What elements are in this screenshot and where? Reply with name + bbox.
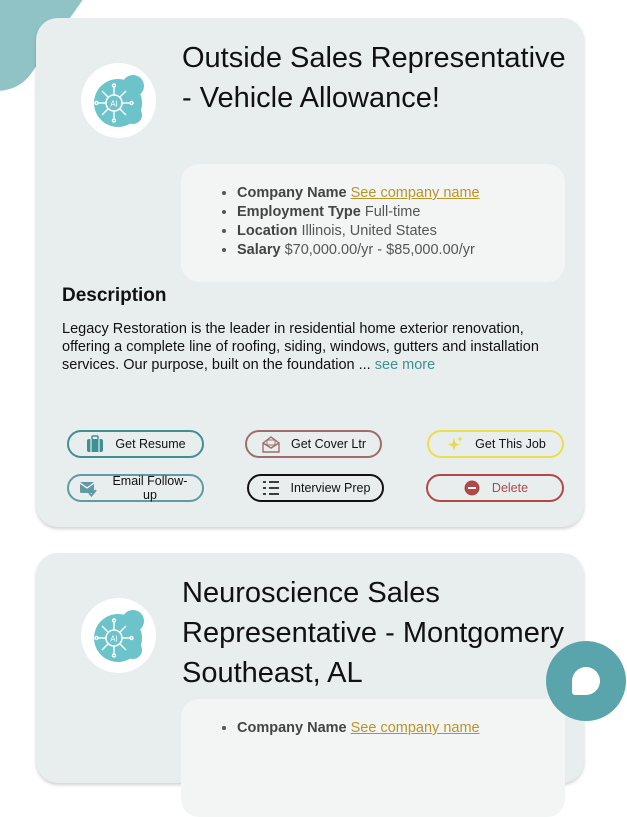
see-more-link[interactable]: see more: [375, 357, 435, 373]
description-heading: Description: [62, 285, 167, 306]
checklist-icon: [261, 478, 281, 498]
detail-company: Company Name See company name: [237, 184, 565, 203]
company-logo: AI: [81, 598, 156, 673]
job-title[interactable]: Neuroscience Sales Representative - Mont…: [182, 573, 572, 693]
chat-launcher-button[interactable]: [546, 641, 626, 721]
svg-text:AI: AI: [110, 100, 118, 109]
email-check-icon: [79, 478, 98, 498]
company-name-link[interactable]: See company name: [351, 720, 480, 736]
minus-circle-icon: [462, 478, 482, 498]
get-cover-letter-button[interactable]: Get Cover Ltr: [245, 430, 382, 458]
job-details-box: Company Name See company name Employment…: [181, 164, 565, 282]
detail-employment-type: Employment Type Full-time: [237, 203, 565, 222]
ai-logo-icon: AI: [94, 610, 144, 662]
company-name-link[interactable]: See company name: [351, 185, 480, 201]
chat-bubble-icon: [572, 667, 600, 695]
description-text: Legacy Restoration is the leader in resi…: [62, 321, 539, 373]
delete-button[interactable]: Delete: [426, 474, 564, 502]
detail-location: Location Illinois, United States: [237, 222, 565, 241]
briefcase-icon: [85, 434, 105, 454]
company-logo: AI: [81, 63, 156, 138]
svg-text:AI: AI: [110, 635, 118, 644]
get-this-job-button[interactable]: Get This Job: [427, 430, 564, 458]
ai-logo-icon: AI: [94, 75, 144, 127]
sparkle-icon: [445, 434, 465, 454]
job-card: AI Neuroscience Sales Representative - M…: [36, 553, 584, 817]
job-title[interactable]: Outside Sales Representative - Vehicle A…: [182, 38, 572, 118]
detail-company: Company Name See company name: [237, 719, 565, 738]
envelope-open-icon: [261, 434, 281, 454]
interview-prep-button[interactable]: Interview Prep: [247, 474, 384, 502]
email-follow-up-button[interactable]: Email Follow-up: [67, 474, 204, 502]
get-resume-button[interactable]: Get Resume: [67, 430, 204, 458]
job-card: AI Outside Sales Representative - Vehicl…: [36, 18, 584, 527]
detail-salary: Salary $70,000.00/yr - $85,000.00/yr: [237, 241, 565, 260]
job-details-box: Company Name See company name: [181, 699, 565, 817]
